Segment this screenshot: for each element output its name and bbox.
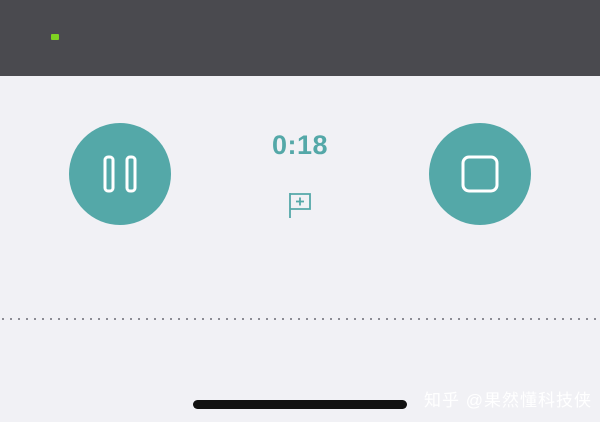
status-bar [0,0,600,76]
home-indicator[interactable] [193,400,407,409]
stop-button[interactable] [429,123,531,225]
watermark: 知乎 @果然懂科技侠 [424,391,592,410]
elapsed-time: 0:18 [271,130,329,160]
add-marker-button[interactable] [286,190,314,220]
add-marker-flag-icon [289,193,311,218]
pause-button[interactable] [69,123,171,225]
pause-icon [103,155,137,193]
stop-icon [461,155,499,193]
waveform-track [2,318,598,320]
status-indicator-dot [51,34,59,40]
